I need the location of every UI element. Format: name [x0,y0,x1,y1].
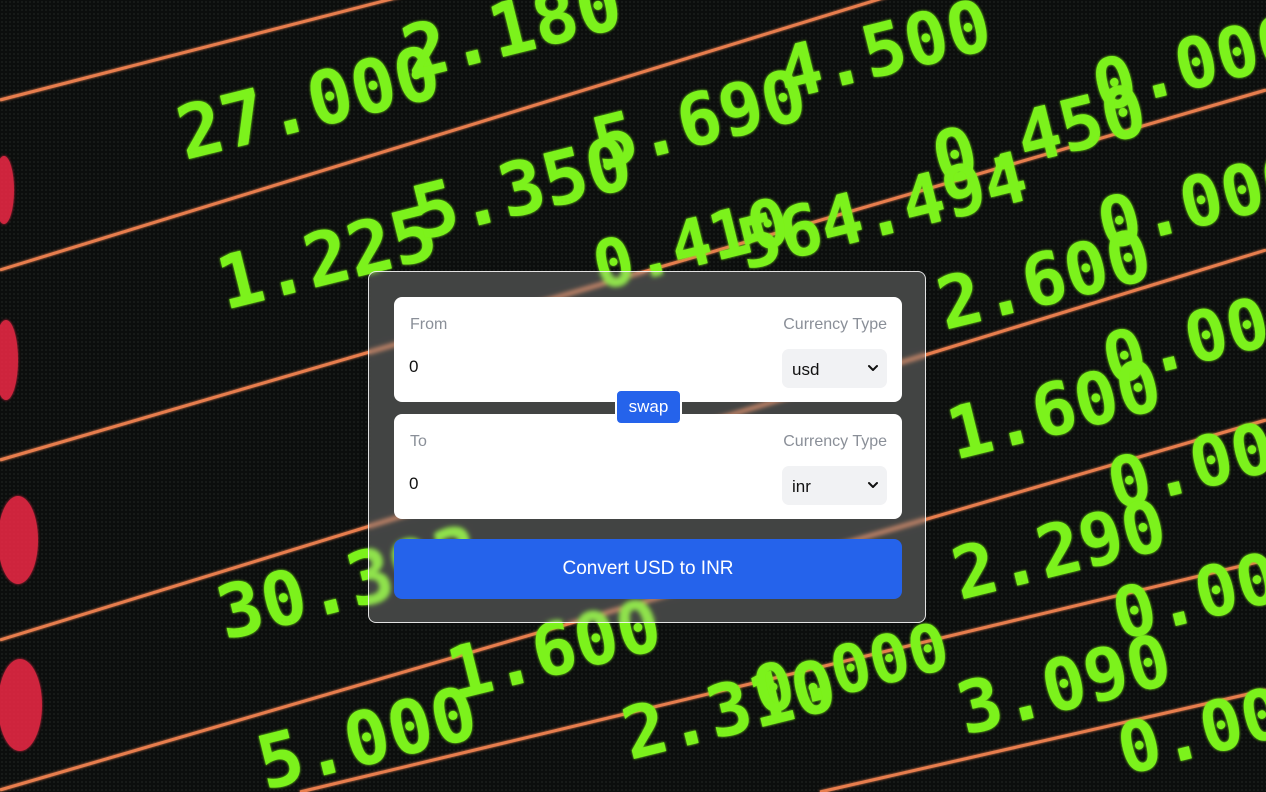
to-panel: To Currency Type inr [394,414,902,519]
to-amount-input[interactable] [409,468,709,500]
from-panel: From Currency Type usd [394,297,902,402]
to-label: To [410,433,427,450]
from-amount-input[interactable] [409,351,709,383]
from-currency-select[interactable]: usd [782,349,887,388]
from-currency-type-label: Currency Type [783,316,887,333]
currency-converter-card: From Currency Type usd To Currency Type … [368,271,926,623]
from-label: From [410,316,448,333]
swap-button[interactable]: swap [615,389,682,425]
to-currency-type-label: Currency Type [783,433,887,450]
chevron-down-icon [868,482,878,488]
to-currency-value: inr [792,477,811,496]
to-currency-select[interactable]: inr [782,466,887,505]
chevron-down-icon [868,365,878,371]
from-currency-value: usd [792,360,820,379]
convert-button[interactable]: Convert USD to INR [394,539,902,599]
